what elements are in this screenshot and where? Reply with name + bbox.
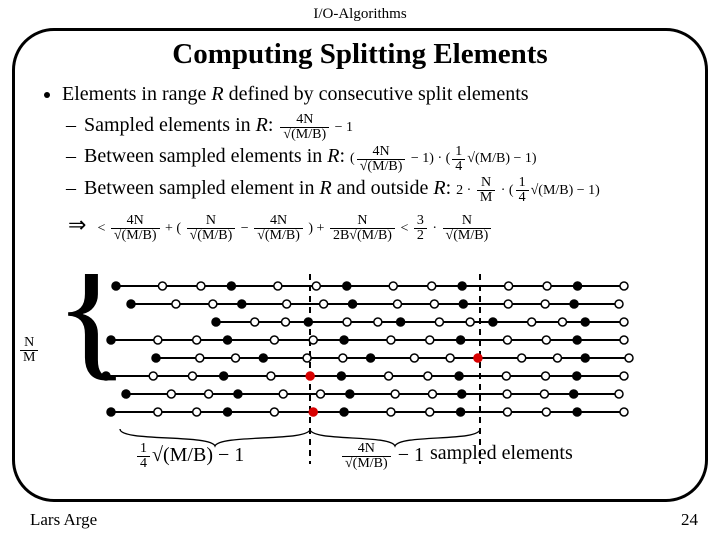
- diagram-caption: sampled elements: [430, 442, 573, 465]
- bullet-main-text: Elements in range R defined by consecuti…: [62, 83, 529, 105]
- diagram-bracket-right-label: 4N√(M/B) − 1: [340, 442, 424, 471]
- bullet-sub3-text: Between sampled element in R and outside…: [84, 177, 451, 199]
- diagram-left-label: NM: [18, 336, 40, 365]
- page-number: 24: [681, 510, 698, 530]
- formula-implication: < 4N√(M/B) + ( N√(M/B) − 4N√(M/B) ) + N2…: [97, 221, 493, 236]
- bullet-sub1-text: Sampled elements in R:Sampled elements i…: [84, 114, 273, 136]
- bullet-sub2-text: Between sampled elements in R:Between sa…: [84, 145, 345, 167]
- bullet-sub1: Sampled elements in R:Sampled elements i…: [84, 111, 680, 142]
- bullet-main: Elements in range R defined by consecuti…: [62, 80, 680, 205]
- implies-icon: ⇒: [68, 212, 86, 237]
- sampling-diagram: { NM 14√(M/B) − 1 4N√(M/B) − 1 sampled e…: [60, 274, 660, 464]
- implication-line: ⇒ < 4N√(M/B) + ( N√(M/B) − 4N√(M/B) ) + …: [68, 209, 680, 243]
- course-header: I/O-Algorithms: [0, 6, 720, 23]
- author-name: Lars Arge: [30, 510, 97, 530]
- bullet-sub3: Between sampled element in R and outside…: [84, 174, 680, 205]
- formula-1: 4N√(M/B) − 1: [278, 120, 353, 135]
- body-content: Elements in range R defined by consecuti…: [40, 80, 680, 243]
- page-title: Computing Splitting Elements: [0, 38, 720, 71]
- formula-2: (4N√(M/B) − 1) · (14√(M/B) − 1): [350, 151, 537, 166]
- diagram-bracket-left-label: 14√(M/B) − 1: [135, 442, 244, 471]
- bullet-sub2: Between sampled elements in R:Between sa…: [84, 142, 680, 173]
- formula-3: 2 · NM · (14√(M/B) − 1): [456, 183, 600, 198]
